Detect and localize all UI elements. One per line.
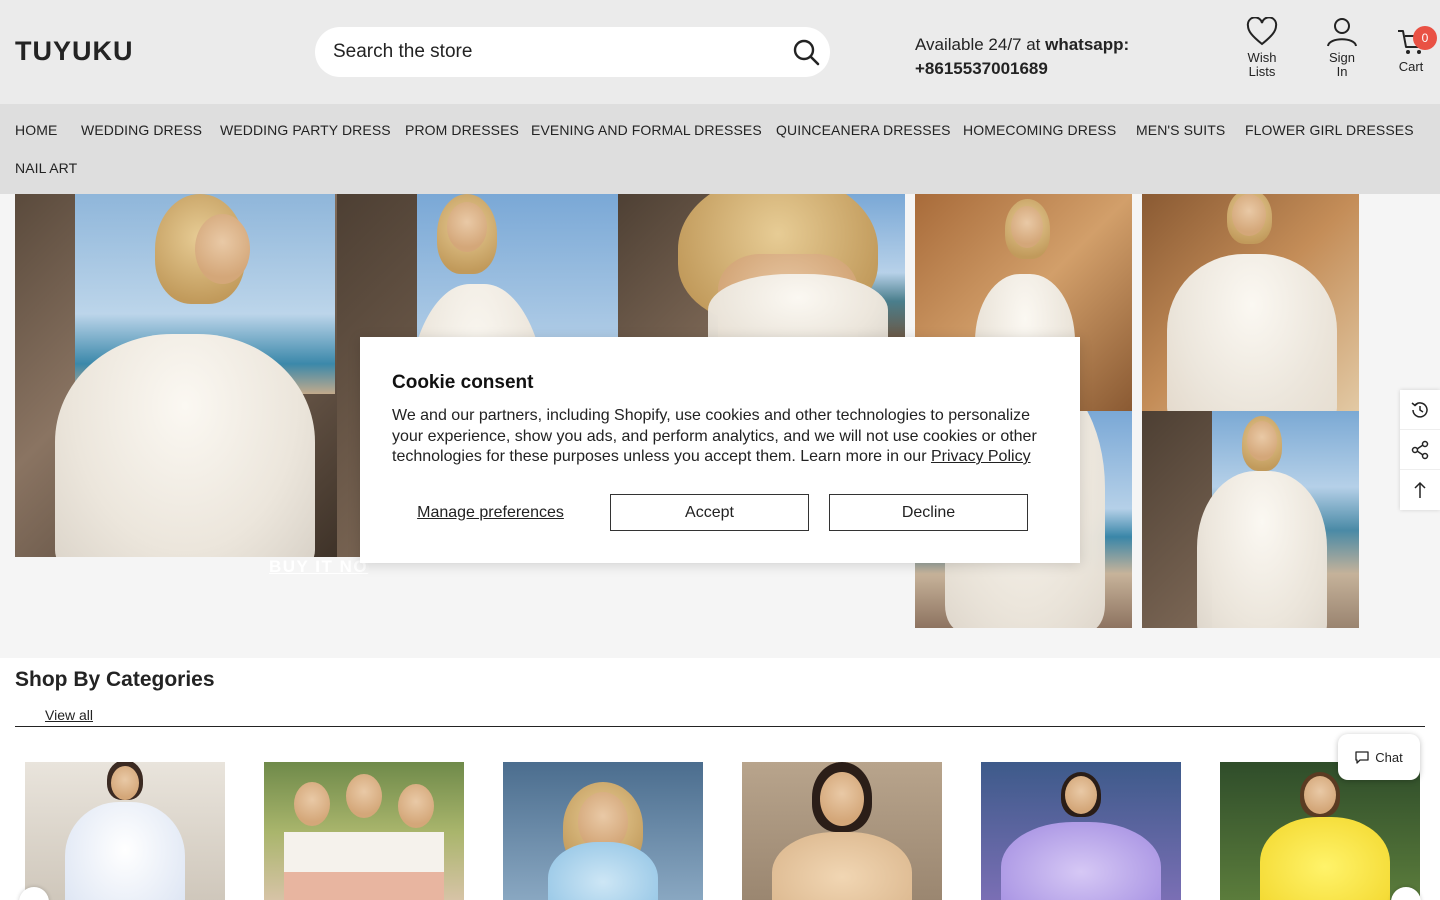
chat-label: Chat xyxy=(1375,749,1403,765)
privacy-policy-link[interactable]: Privacy Policy xyxy=(931,448,1031,465)
site-header: TUYUKU Available 24/7 at whatsapp: +8615… xyxy=(0,0,1440,104)
nav-item-wedding-dress[interactable]: WEDDING DRESS xyxy=(81,122,202,138)
arrow-up-icon xyxy=(1414,481,1426,498)
signin-link[interactable]: Sign In xyxy=(1312,17,1372,79)
category-card[interactable] xyxy=(264,762,464,900)
nav-item-prom-dresses[interactable]: PROM DRESSES xyxy=(405,122,519,138)
cookie-body: We and our partners, including Shopify, … xyxy=(392,406,1052,468)
store-logo[interactable]: TUYUKU xyxy=(15,36,134,67)
chat-button[interactable]: Chat xyxy=(1338,734,1420,780)
shop-by-categories: Shop By Categories View all xyxy=(0,658,1440,900)
nav-item-evening-formal-dresses[interactable]: EVENING AND FORMAL DRESSES xyxy=(531,122,762,138)
category-card[interactable] xyxy=(25,762,225,900)
category-card[interactable] xyxy=(1220,762,1420,900)
main-nav: HOME WEDDING DRESS WEDDING PARTY DRESS P… xyxy=(0,104,1440,194)
back-to-top-button[interactable] xyxy=(1400,470,1440,510)
categories-divider xyxy=(15,726,1425,727)
history-icon xyxy=(1411,401,1428,418)
share-icon xyxy=(1411,440,1429,459)
cart-link[interactable]: Cart 0 xyxy=(1381,26,1440,74)
buy-it-now-link[interactable]: BUY IT NO xyxy=(269,557,368,577)
nav-item-home[interactable]: HOME xyxy=(15,122,57,138)
signin-label-1: Sign xyxy=(1328,50,1356,65)
search-input[interactable] xyxy=(333,27,773,77)
chat-bubble-icon xyxy=(1355,751,1369,764)
cart-label: Cart xyxy=(1398,59,1424,74)
search-bar[interactable] xyxy=(315,27,830,77)
nav-item-nail-art[interactable]: NAIL ART xyxy=(15,160,77,176)
hero-photo-3[interactable] xyxy=(618,194,905,337)
heart-icon xyxy=(1246,17,1278,46)
signin-label-2: In xyxy=(1336,64,1348,79)
category-card[interactable] xyxy=(742,762,942,900)
search-icon[interactable] xyxy=(792,38,820,66)
manage-preferences-button[interactable]: Manage preferences xyxy=(392,494,589,531)
cart-count-badge: 0 xyxy=(1413,26,1437,50)
category-card[interactable] xyxy=(981,762,1181,900)
hero-photo-1[interactable] xyxy=(15,194,337,557)
wishlist-label-2: Lists xyxy=(1248,64,1276,79)
wishlist-label-1: Wish xyxy=(1247,50,1277,65)
contact-prefix: Available 24/7 at xyxy=(915,35,1046,54)
grid-photo-2[interactable] xyxy=(1142,194,1359,411)
share-button[interactable] xyxy=(1400,430,1440,470)
cookie-title: Cookie consent xyxy=(392,372,534,393)
recently-viewed-button[interactable] xyxy=(1400,390,1440,430)
side-tools xyxy=(1400,390,1440,510)
contact-phone[interactable]: +8615537001689 xyxy=(915,59,1048,78)
accept-button[interactable]: Accept xyxy=(610,494,809,531)
view-all-link[interactable]: View all xyxy=(45,707,93,723)
category-card[interactable] xyxy=(503,762,703,900)
user-icon xyxy=(1327,18,1357,47)
grid-photo-4[interactable] xyxy=(1142,411,1359,628)
nav-item-flower-girl-dresses[interactable]: FLOWER GIRL DRESSES xyxy=(1245,122,1414,138)
decline-button[interactable]: Decline xyxy=(829,494,1028,531)
contact-info: Available 24/7 at whatsapp: +86155370016… xyxy=(915,33,1129,81)
categories-title: Shop By Categories xyxy=(15,668,215,691)
nav-item-wedding-party-dress[interactable]: WEDDING PARTY DRESS xyxy=(220,122,391,138)
wishlist-link[interactable]: Wish Lists xyxy=(1232,17,1292,79)
contact-channel: whatsapp: xyxy=(1045,35,1130,54)
nav-item-mens-suits[interactable]: MEN'S SUITS xyxy=(1136,122,1225,138)
nav-item-homecoming-dress[interactable]: HOMECOMING DRESS xyxy=(963,122,1116,138)
nav-item-quinceanera-dresses[interactable]: QUINCEANERA DRESSES xyxy=(776,122,951,138)
cookie-consent-dialog: Cookie consent We and our partners, incl… xyxy=(360,337,1080,563)
